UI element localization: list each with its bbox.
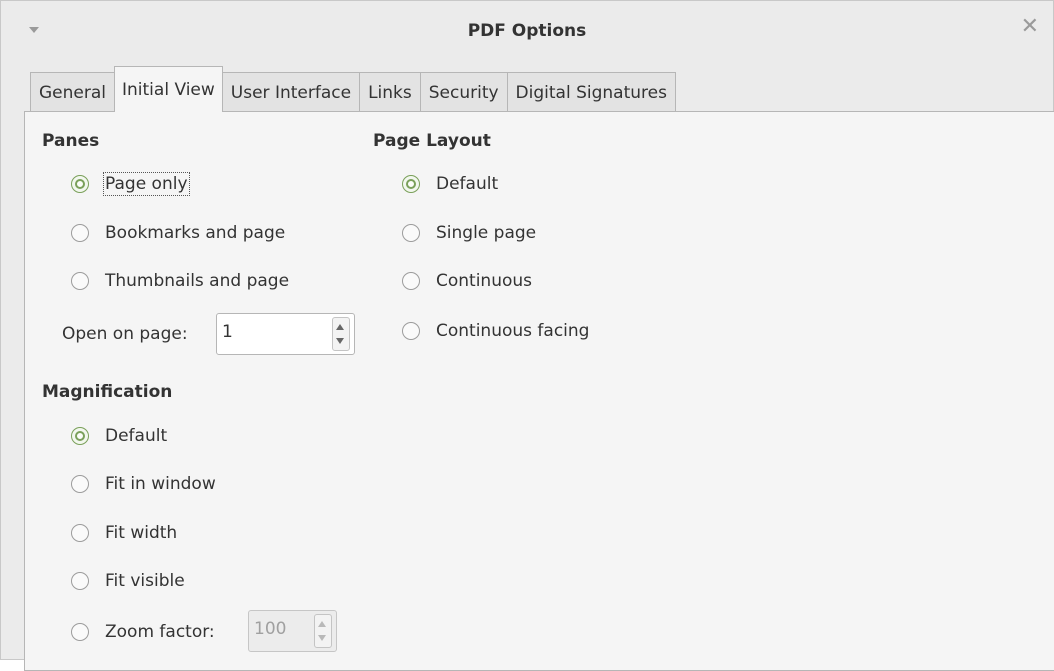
radio-continuous[interactable]: Continuous bbox=[402, 268, 532, 294]
radio-label: Continuous bbox=[436, 271, 533, 291]
magnification-heading: Magnification bbox=[42, 382, 173, 402]
zoom-factor-spinbox[interactable]: 100 bbox=[248, 610, 337, 652]
radio-fit-visible[interactable]: Fit visible bbox=[71, 568, 185, 594]
radio-layout-default[interactable]: Default bbox=[402, 171, 498, 197]
radio-label: Continuous facing bbox=[436, 321, 590, 341]
radio-button[interactable] bbox=[71, 224, 89, 242]
radio-label: Default bbox=[105, 426, 168, 446]
open-on-page-spinbox[interactable]: 1 bbox=[216, 313, 355, 355]
tab-initial-view[interactable]: Initial View bbox=[114, 66, 223, 112]
radio-button[interactable] bbox=[71, 623, 89, 641]
radio-label: Fit width bbox=[105, 523, 178, 543]
radio-button[interactable] bbox=[402, 272, 420, 290]
radio-label: Thumbnails and page bbox=[105, 271, 290, 291]
radio-button[interactable] bbox=[71, 272, 89, 290]
spin-down-icon[interactable] bbox=[336, 338, 344, 344]
panes-heading: Panes bbox=[42, 131, 100, 151]
spin-buttons[interactable] bbox=[314, 614, 332, 648]
spin-down-icon[interactable] bbox=[318, 635, 326, 641]
spinbox-value[interactable]: 1 bbox=[222, 322, 233, 342]
radio-fit-width[interactable]: Fit width bbox=[71, 520, 177, 546]
pdf-options-dialog: PDF Options ✕ General Initial View User … bbox=[0, 0, 1054, 671]
radio-continuous-facing[interactable]: Continuous facing bbox=[402, 318, 589, 344]
tab-links[interactable]: Links bbox=[359, 72, 421, 112]
radio-button[interactable] bbox=[402, 175, 420, 193]
radio-label: Fit visible bbox=[105, 571, 185, 591]
tab-general[interactable]: General bbox=[30, 72, 115, 112]
window-title: PDF Options bbox=[467, 21, 587, 41]
initial-view-panel: Panes Page only Bookmarks and page Thumb… bbox=[24, 111, 1054, 671]
radio-button[interactable] bbox=[71, 475, 89, 493]
radio-label: Zoom factor: bbox=[105, 622, 215, 642]
spinbox-value: 100 bbox=[254, 619, 287, 639]
radio-single-page[interactable]: Single page bbox=[402, 220, 536, 246]
open-on-page-label: Open on page: bbox=[62, 324, 188, 344]
radio-label: Default bbox=[436, 174, 499, 194]
spin-buttons[interactable] bbox=[332, 317, 350, 351]
radio-button[interactable] bbox=[71, 427, 89, 445]
spin-up-icon[interactable] bbox=[336, 324, 344, 330]
tab-user-interface[interactable]: User Interface bbox=[221, 72, 361, 112]
title-bar: PDF Options ✕ bbox=[1, 1, 1053, 61]
tab-bar: General Initial View User Interface Link… bbox=[30, 66, 676, 112]
radio-bookmarks-and-page[interactable]: Bookmarks and page bbox=[71, 220, 285, 246]
radio-page-only[interactable]: Page only bbox=[71, 171, 190, 197]
radio-fit-in-window[interactable]: Fit in window bbox=[71, 471, 216, 497]
page-layout-heading: Page Layout bbox=[373, 131, 491, 151]
radio-label: Bookmarks and page bbox=[105, 223, 286, 243]
radio-label: Page only bbox=[103, 172, 190, 196]
radio-button[interactable] bbox=[402, 322, 420, 340]
tab-digital-signatures[interactable]: Digital Signatures bbox=[506, 72, 676, 112]
radio-label: Fit in window bbox=[105, 474, 216, 494]
spin-up-icon[interactable] bbox=[318, 621, 326, 627]
radio-zoom-factor[interactable]: Zoom factor: bbox=[71, 619, 215, 645]
radio-label: Single page bbox=[436, 223, 537, 243]
close-icon[interactable]: ✕ bbox=[1021, 16, 1039, 38]
radio-button[interactable] bbox=[71, 175, 89, 193]
radio-magnification-default[interactable]: Default bbox=[71, 423, 167, 449]
radio-button[interactable] bbox=[402, 224, 420, 242]
radio-button[interactable] bbox=[71, 572, 89, 590]
tab-security[interactable]: Security bbox=[419, 72, 508, 112]
radio-button[interactable] bbox=[71, 524, 89, 542]
radio-thumbnails-and-page[interactable]: Thumbnails and page bbox=[71, 268, 289, 294]
